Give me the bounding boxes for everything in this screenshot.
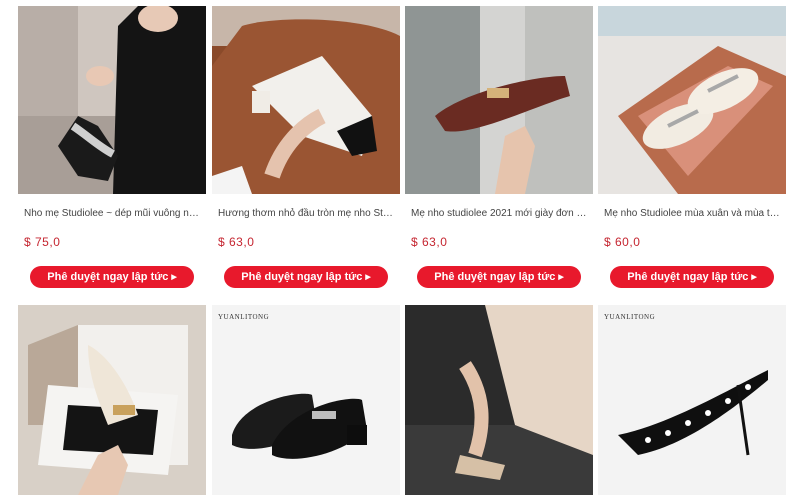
product-price: $ 63,0 xyxy=(411,235,448,249)
play-arrow-icon: ▶ xyxy=(365,274,371,281)
product-title[interactable]: Nho mẹ Studiolee ~ dép mũi vuông nữ từ .… xyxy=(18,208,200,219)
product-price: $ 75,0 xyxy=(24,235,61,249)
buy-now-label: Phê duyệt ngay lập tức xyxy=(434,271,556,283)
product-card[interactable]: YUANLITONG xyxy=(598,305,786,495)
buy-now-button[interactable]: Phê duyệt ngay lập tức ▶ xyxy=(610,266,774,288)
product-price: $ 60,0 xyxy=(604,235,641,249)
product-card[interactable] xyxy=(18,305,206,495)
product-image[interactable] xyxy=(212,6,400,194)
buy-now-button[interactable]: Phê duyệt ngay lập tức ▶ xyxy=(417,266,581,288)
buy-now-label: Phê duyệt ngay lập tức xyxy=(627,271,749,283)
buy-now-label: Phê duyệt ngay lập tức xyxy=(241,271,363,283)
product-card[interactable]: YUANLITONG xyxy=(212,305,400,495)
product-image[interactable] xyxy=(18,305,206,495)
buy-now-button[interactable]: Phê duyệt ngay lập tức ▶ xyxy=(224,266,388,288)
product-card[interactable]: Nho mẹ Studiolee ~ dép mũi vuông nữ từ .… xyxy=(18,6,206,296)
play-arrow-icon: ▶ xyxy=(558,274,564,281)
brand-watermark: YUANLITONG xyxy=(218,313,270,321)
product-image[interactable] xyxy=(598,6,786,194)
product-card[interactable]: Hương thơm nhỏ đầu tròn mẹ nho Studiolee… xyxy=(212,6,400,296)
product-card[interactable]: Mẹ nho Studiolee mùa xuân và mùa thu lư.… xyxy=(598,6,786,296)
product-image[interactable] xyxy=(18,6,206,194)
product-image[interactable]: YUANLITONG xyxy=(598,305,786,495)
product-image[interactable]: YUANLITONG xyxy=(212,305,400,495)
buy-now-label: Phê duyệt ngay lập tức xyxy=(47,271,169,283)
brand-watermark: YUANLITONG xyxy=(604,313,656,321)
product-title[interactable]: Mẹ nho studiolee 2021 mới giày đơn màu .… xyxy=(405,208,587,219)
product-title[interactable]: Mẹ nho Studiolee mùa xuân và mùa thu lư.… xyxy=(598,208,780,219)
product-title[interactable]: Hương thơm nhỏ đầu tròn mẹ nho Studiolee… xyxy=(212,208,394,219)
play-arrow-icon: ▶ xyxy=(751,274,757,281)
product-card[interactable]: Mẹ nho studiolee 2021 mới giày đơn màu .… xyxy=(405,6,593,296)
product-image[interactable] xyxy=(405,305,593,495)
product-image[interactable] xyxy=(405,6,593,194)
play-arrow-icon: ▶ xyxy=(171,274,177,281)
product-card[interactable] xyxy=(405,305,593,495)
product-price: $ 63,0 xyxy=(218,235,255,249)
buy-now-button[interactable]: Phê duyệt ngay lập tức ▶ xyxy=(30,266,194,288)
